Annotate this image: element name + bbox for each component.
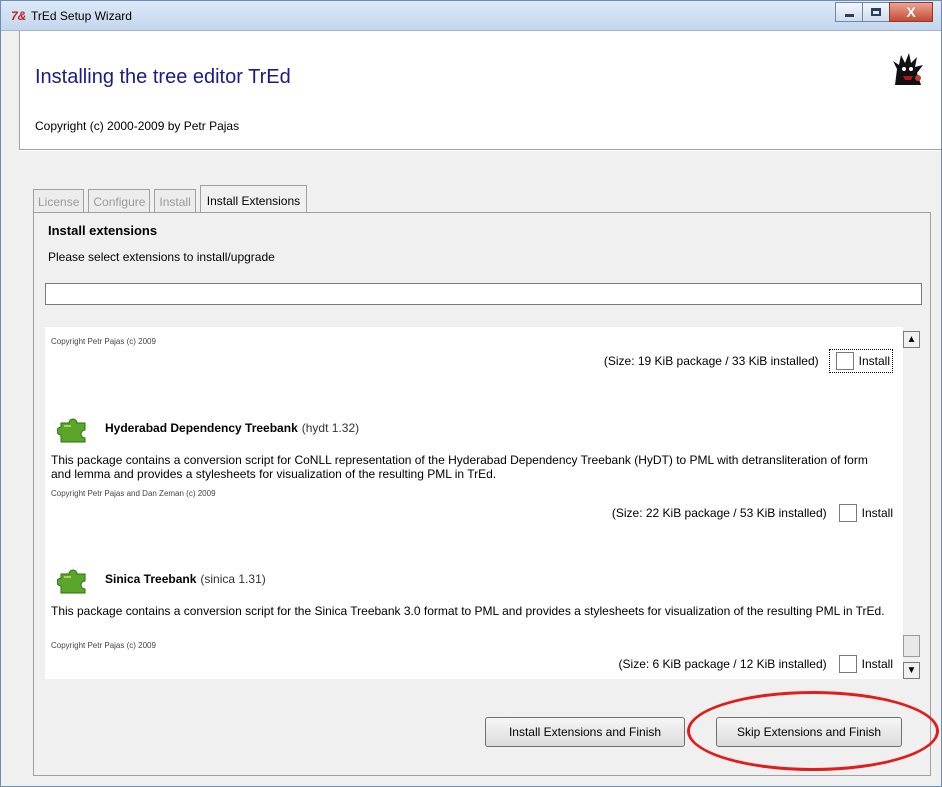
close-icon: X xyxy=(906,4,916,20)
tab-install[interactable]: Install xyxy=(154,189,196,213)
window-title: TrEd Setup Wizard xyxy=(31,9,132,23)
page-title: Installing the tree editor TrEd xyxy=(35,66,291,88)
extension-size: (Size: 6 KiB package / 12 KiB installed) xyxy=(618,657,827,671)
wizard-header: Installing the tree editor TrEd Copyrigh… xyxy=(19,31,941,149)
minimize-icon xyxy=(844,13,854,17)
extension-version: (sinica 1.31) xyxy=(200,572,266,586)
tab-install-extensions[interactable]: Install Extensions xyxy=(199,185,308,213)
arrow-up-icon: ▲ xyxy=(906,334,917,345)
panel-instructions: Please select extensions to install/upgr… xyxy=(48,250,275,264)
install-label: Install xyxy=(861,657,893,671)
title-bar: 7& TrEd Setup Wizard X xyxy=(1,1,941,31)
extension-copyright: Copyright Petr Pajas (c) 2009 xyxy=(51,641,156,650)
install-checkbox[interactable] xyxy=(838,504,857,522)
arrow-down-icon: ▼ xyxy=(906,665,917,676)
maximize-icon xyxy=(871,8,881,16)
extension-size: (Size: 22 KiB package / 53 KiB installed… xyxy=(611,506,827,520)
highlight-annotation-ellipse xyxy=(687,691,939,771)
copyright-text: Copyright (c) 2000-2009 by Petr Pajas xyxy=(35,119,240,133)
setup-wizard-window: 7& TrEd Setup Wizard X Installing the tr… xyxy=(0,0,942,787)
window-controls: X xyxy=(835,2,933,22)
extension-list-scrollbar[interactable]: ▲ ▼ xyxy=(903,327,922,679)
extension-copyright: Copyright Petr Pajas (c) 2009 xyxy=(51,337,156,346)
tab-configure[interactable]: Configure xyxy=(88,189,151,213)
extension-title: Sinica Treebank (sinica 1.31) xyxy=(57,564,266,594)
extension-version: (hydt 1.32) xyxy=(301,421,360,435)
extension-name: Hyderabad Dependency Treebank xyxy=(105,421,298,435)
extension-list: Copyright Petr Pajas (c) 2009 (Size: 19 … xyxy=(45,327,903,679)
extension-size: (Size: 19 KiB package / 33 KiB installed… xyxy=(603,354,819,368)
scroll-down-button[interactable]: ▼ xyxy=(903,662,920,679)
extension-size-row: (Size: 19 KiB package / 33 KiB installed… xyxy=(604,349,893,373)
minimize-button[interactable] xyxy=(835,2,863,22)
scrollbar-thumb[interactable] xyxy=(903,635,920,657)
scroll-up-button[interactable]: ▲ xyxy=(903,331,920,348)
close-button[interactable]: X xyxy=(889,2,933,22)
puzzle-piece-icon xyxy=(57,418,86,443)
install-label: Install xyxy=(858,354,890,368)
install-checkbox[interactable] xyxy=(835,352,854,370)
puzzle-piece-icon xyxy=(57,569,86,594)
extension-filter-input[interactable] xyxy=(45,283,922,305)
extension-description: This package contains a conversion scrip… xyxy=(51,604,885,618)
header-divider xyxy=(19,149,941,151)
install-checkbox-group[interactable]: Install xyxy=(828,349,893,373)
install-label: Install xyxy=(861,506,893,520)
install-checkbox[interactable] xyxy=(838,655,857,673)
extension-name: Sinica Treebank xyxy=(105,572,197,586)
tab-license[interactable]: License xyxy=(33,189,85,213)
install-extensions-finish-button[interactable]: Install Extensions and Finish xyxy=(485,717,685,747)
maximize-button[interactable] xyxy=(862,2,890,22)
tred-mascot-icon xyxy=(893,53,923,85)
extension-title: Hyderabad Dependency Treebank (hydt 1.32… xyxy=(57,413,359,443)
extension-description: This package contains a conversion scrip… xyxy=(51,453,868,481)
extension-copyright: Copyright Petr Pajas and Dan Zeman (c) 2… xyxy=(51,489,216,498)
wizard-tabs: License Configure Install Install Extens… xyxy=(33,185,308,213)
tk-feather-icon: 7& xyxy=(11,9,27,23)
extension-size-row: (Size: 22 KiB package / 53 KiB installed… xyxy=(612,504,893,522)
extension-size-row: (Size: 6 KiB package / 12 KiB installed)… xyxy=(619,655,893,673)
panel-heading: Install extensions xyxy=(48,223,158,238)
